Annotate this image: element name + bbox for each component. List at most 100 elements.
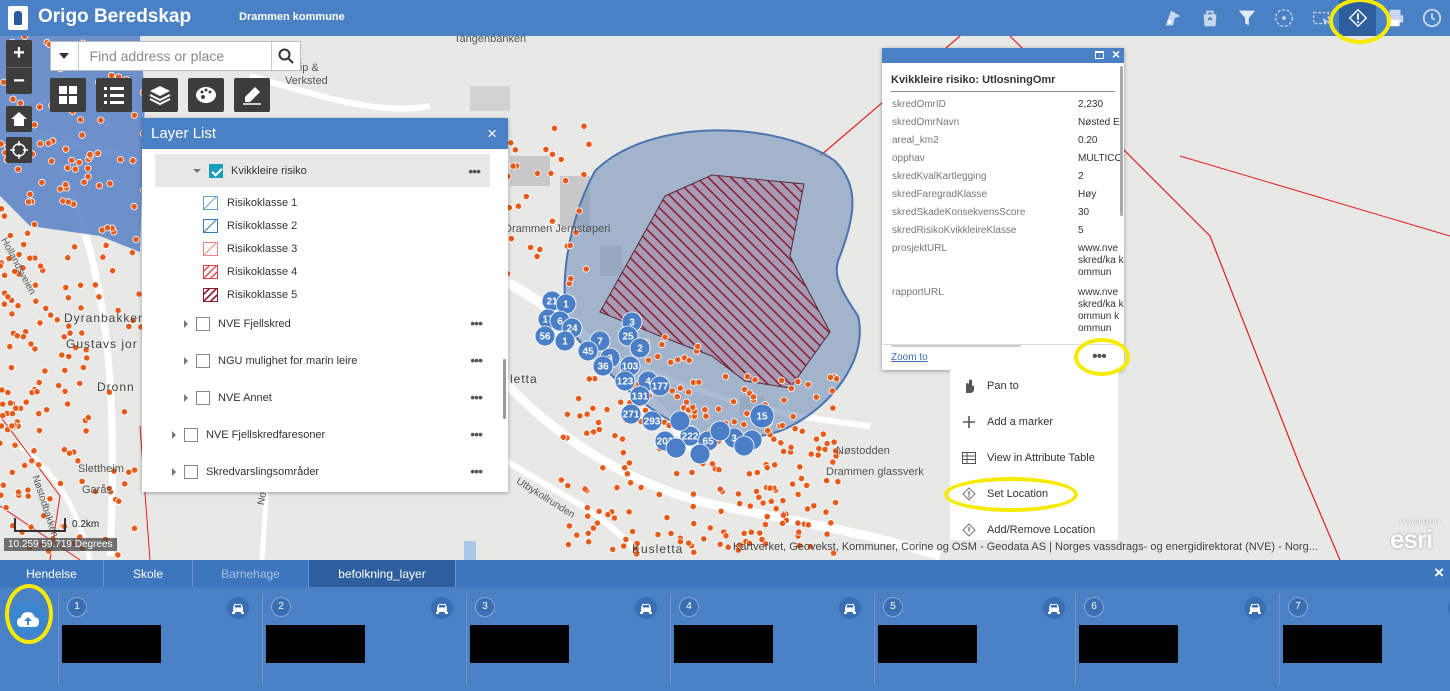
- map-view[interactable]: 2111762456173252453103364123131177271293…: [0, 36, 1450, 560]
- search-source-dropdown[interactable]: [51, 42, 79, 70]
- cluster-count: 123: [617, 377, 634, 388]
- home-button[interactable]: [6, 106, 32, 132]
- result-card[interactable]: 2: [262, 593, 462, 685]
- layer-checkbox[interactable]: [209, 163, 223, 178]
- more-options-icon[interactable]: •••: [470, 426, 483, 442]
- result-card[interactable]: 3: [466, 593, 666, 685]
- select-tool-icon[interactable]: [1302, 0, 1339, 36]
- print-icon[interactable]: [1376, 0, 1413, 36]
- result-card[interactable]: 7: [1279, 593, 1450, 685]
- popup-scrollbar[interactable]: [1120, 66, 1123, 216]
- result-card[interactable]: 4: [670, 593, 870, 685]
- route-car-button[interactable]: [635, 597, 657, 619]
- route-car-button[interactable]: [1244, 597, 1266, 619]
- cloud-upload-button[interactable]: [10, 601, 46, 637]
- bag-tool-icon[interactable]: [1191, 0, 1228, 36]
- layer-label: NVE Annet: [218, 392, 272, 404]
- expand-icon[interactable]: [172, 431, 176, 439]
- layer-row-kvikkleire[interactable]: Kvikkleire risiko •••: [155, 154, 490, 187]
- tab-befolkning-layer[interactable]: befolkning_layer: [309, 560, 456, 587]
- compass-icon[interactable]: [1265, 0, 1302, 36]
- layer-row-ngu[interactable]: NGU mulighet for marin leire •••: [184, 349, 492, 373]
- chevron-down-icon: [59, 53, 70, 59]
- population-dot: [60, 445, 69, 454]
- layer-row-fjellskredfaresoner[interactable]: NVE Fjellskredfaresoner •••: [172, 423, 492, 447]
- layer-row-annet[interactable]: NVE Annet •••: [184, 386, 492, 410]
- cluster-marker[interactable]: [733, 435, 755, 457]
- result-card[interactable]: 1: [58, 593, 258, 685]
- population-dot: [95, 293, 103, 301]
- layer-checkbox[interactable]: [184, 428, 198, 442]
- population-dot: [99, 253, 107, 261]
- theme-button[interactable]: [188, 78, 224, 112]
- tab-barnehage[interactable]: Barnehage: [193, 560, 309, 587]
- more-options-icon[interactable]: •••: [470, 352, 483, 368]
- cluster-marker[interactable]: [709, 420, 731, 442]
- map-attribution: Kartverket, Geovekst, Kommuner, Corine o…: [733, 541, 1318, 553]
- layer-checkbox[interactable]: [196, 391, 210, 405]
- population-dot: [619, 448, 627, 457]
- more-options-icon[interactable]: •••: [470, 389, 483, 405]
- population-dot: [827, 519, 835, 527]
- population-dot: [594, 418, 603, 427]
- menu-item-set-location[interactable]: Set Location: [950, 481, 1118, 507]
- route-car-button[interactable]: [227, 597, 249, 619]
- menu-item-pan-to[interactable]: Pan to: [950, 373, 1118, 399]
- expand-icon[interactable]: [184, 357, 188, 365]
- tab-skole[interactable]: Skole: [104, 560, 193, 587]
- menu-item-add-remove-location[interactable]: Add/Remove Location: [950, 517, 1118, 543]
- close-panel-icon[interactable]: ×: [1434, 563, 1444, 583]
- legend-label: Risikoklasse 3: [227, 243, 298, 255]
- menu-item-label: Pan to: [987, 380, 1019, 392]
- zoom-in-button[interactable]: +: [6, 40, 32, 67]
- result-card[interactable]: 6: [1075, 593, 1275, 685]
- route-car-button[interactable]: [431, 597, 453, 619]
- basemap-gallery-button[interactable]: [50, 78, 86, 112]
- search-button[interactable]: [270, 42, 300, 70]
- search-input[interactable]: [78, 42, 271, 70]
- population-dot: [688, 468, 696, 476]
- menu-item-add-marker[interactable]: Add a marker: [950, 409, 1118, 435]
- close-icon[interactable]: ×: [1112, 48, 1120, 62]
- layer-list-scrollbar[interactable]: [503, 359, 506, 419]
- clock-icon[interactable]: [1413, 0, 1450, 36]
- more-actions-button[interactable]: •••: [1092, 348, 1107, 366]
- risk-swatch-3: [203, 242, 218, 256]
- more-options-icon[interactable]: •••: [468, 163, 481, 179]
- legend-button[interactable]: [96, 78, 132, 112]
- zoom-out-button[interactable]: −: [6, 67, 32, 94]
- tab-hendelse[interactable]: Hendelse: [0, 560, 104, 587]
- layer-row-fjellskred[interactable]: NVE Fjellskred •••: [184, 312, 492, 336]
- population-dot: [21, 36, 29, 40]
- layer-row-skredvarsling[interactable]: Skredvarslingsområder •••: [172, 460, 492, 484]
- route-car-button[interactable]: [839, 597, 861, 619]
- locate-button[interactable]: [6, 137, 32, 163]
- result-card[interactable]: 5: [874, 593, 1074, 685]
- more-options-icon[interactable]: •••: [470, 463, 483, 479]
- layer-checkbox[interactable]: [196, 317, 210, 331]
- maximize-icon[interactable]: [1095, 51, 1104, 59]
- filter-icon[interactable]: [1228, 0, 1265, 36]
- population-dot: [114, 551, 122, 559]
- layer-checkbox[interactable]: [196, 354, 210, 368]
- route-car-button[interactable]: [1043, 597, 1065, 619]
- cluster-count: 7: [597, 337, 603, 348]
- close-icon[interactable]: ×: [487, 118, 497, 149]
- map-pin-tool-icon[interactable]: [1154, 0, 1191, 36]
- expand-icon[interactable]: [172, 468, 176, 476]
- cluster-marker[interactable]: [665, 437, 687, 459]
- layer-checkbox[interactable]: [184, 465, 198, 479]
- population-dot: [822, 508, 830, 516]
- expand-icon[interactable]: [184, 320, 188, 328]
- more-options-icon[interactable]: •••: [470, 315, 483, 331]
- zoom-to-link[interactable]: Zoom to: [891, 352, 928, 363]
- cluster-marker[interactable]: [669, 410, 691, 432]
- expand-icon[interactable]: [184, 394, 188, 402]
- population-dot: [654, 352, 662, 361]
- draw-button[interactable]: [234, 78, 270, 112]
- cluster-marker[interactable]: [689, 443, 711, 465]
- set-location-icon[interactable]: [1339, 0, 1376, 36]
- collapse-icon[interactable]: [193, 168, 201, 173]
- menu-item-attribute-table[interactable]: View in Attribute Table: [950, 445, 1118, 471]
- layer-list-button[interactable]: [142, 78, 178, 112]
